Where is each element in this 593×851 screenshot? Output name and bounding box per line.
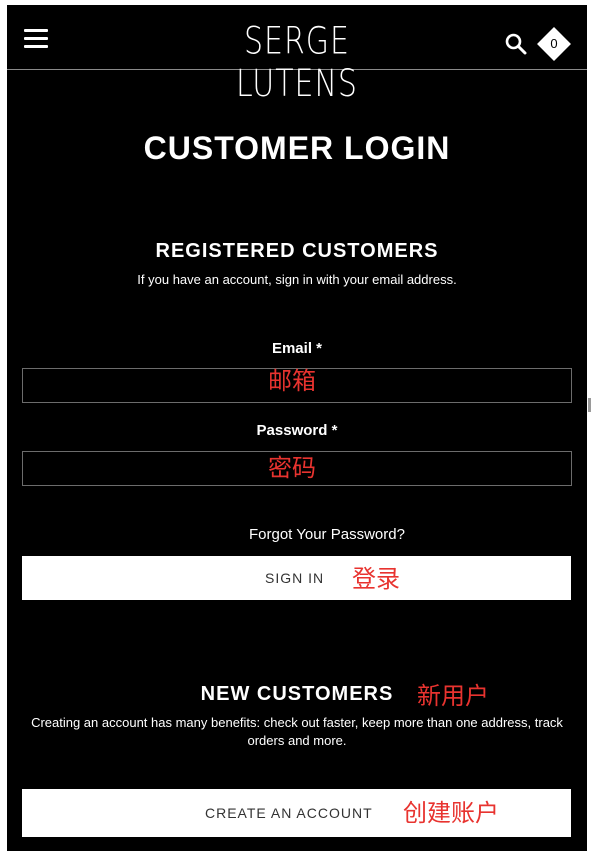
page-title: CUSTOMER LOGIN [143,130,451,166]
email-label-text: Email [271,340,312,357]
sign-in-button[interactable]: SIGN IN [22,556,571,600]
new-customers-heading: NEW CUSTOMERS [7,683,587,706]
cart-icon[interactable] [537,27,571,61]
sign-in-button-label: SIGN IN [265,570,325,586]
email-required-mark: * [316,340,323,357]
new-customers-heading-text: NEW CUSTOMERS [200,683,394,705]
password-label: Password * [7,422,587,439]
create-account-annotation: 创建账户 [403,799,499,827]
search-icon[interactable] [504,32,528,56]
sign-in-annotation: 登录 [352,565,400,593]
new-customers-description: Creating an account has many benefits: c… [31,715,563,748]
password-required-mark: * [331,422,338,439]
new-customers-annotation: 新用户 [417,682,489,710]
create-account-button-label: CREATE AN ACCOUNT [205,805,373,821]
email-annotation: 邮箱 [268,367,316,395]
site-header: SERGE LUTENS 0 [7,5,587,105]
menu-icon[interactable] [24,29,48,49]
app-frame: SERGE LUTENS 0 CUSTOMER LOGIN REGISTERED… [7,5,587,851]
password-label-text: Password [256,422,328,439]
registered-customers-heading: REGISTERED CUSTOMERS [155,240,439,262]
password-annotation: 密码 [268,454,316,482]
registered-customers-description: If you have an account, sign in with you… [137,272,457,287]
brand-logo[interactable]: SERGE LUTENS [187,20,407,105]
email-label: Email * [7,340,587,357]
forgot-password-link[interactable]: Forgot Your Password? [249,526,405,543]
scrollbar-thumb[interactable] [588,398,591,412]
